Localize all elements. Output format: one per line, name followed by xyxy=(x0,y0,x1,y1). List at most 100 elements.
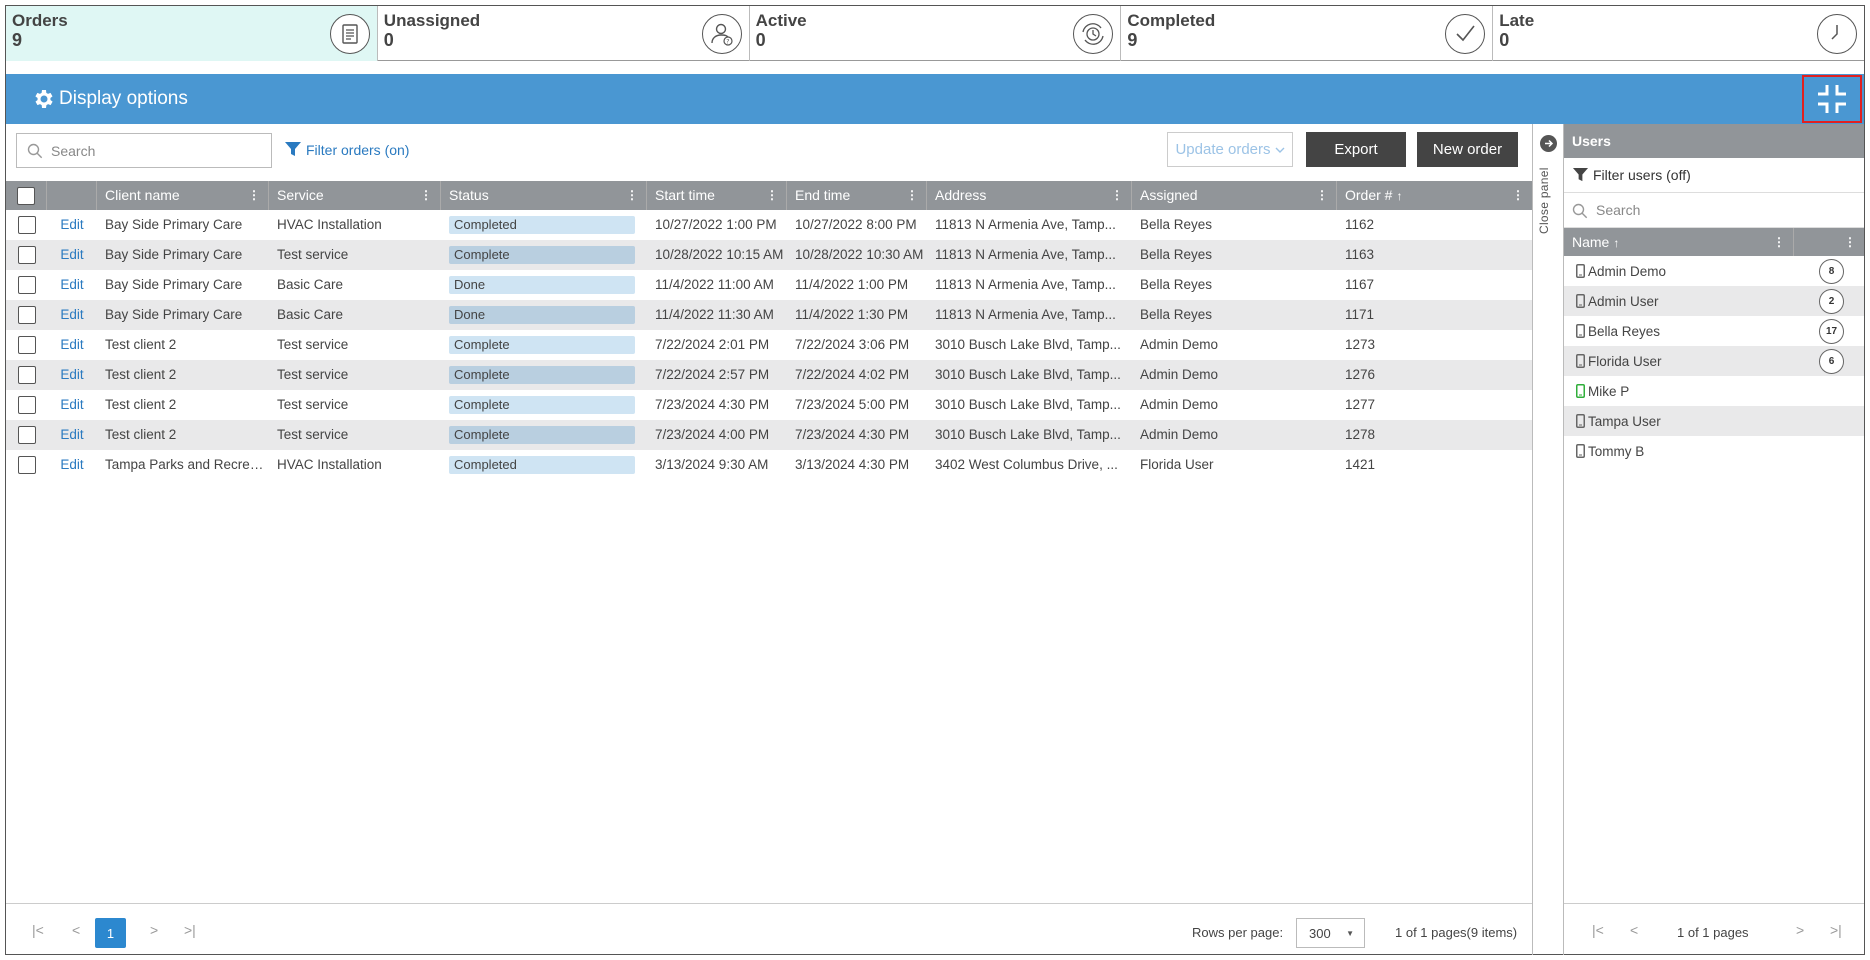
header-label: Client name xyxy=(105,187,180,203)
row-checkbox[interactable] xyxy=(17,216,36,235)
users-pages-info: 1 of 1 pages xyxy=(1677,925,1749,940)
table-row[interactable]: Edit Bay Side Primary Care Test service Com… xyxy=(6,240,1532,270)
row-checkbox[interactable] xyxy=(17,246,36,265)
stat-unassigned[interactable]: Unassigned 0 ? xyxy=(378,6,750,61)
stat-completed[interactable]: Completed 9 xyxy=(1121,6,1494,61)
row-checkbox[interactable] xyxy=(17,396,36,415)
table-row[interactable]: Edit Bay Side Primary Care Basic Care Done 1… xyxy=(6,300,1532,330)
display-options-bar[interactable]: Display options xyxy=(6,74,1864,124)
header-address[interactable]: Address ⋮ xyxy=(927,181,1132,210)
next-page-icon[interactable]: > xyxy=(150,922,158,938)
column-menu-icon[interactable]: ⋮ xyxy=(420,181,432,210)
select-all-checkbox[interactable] xyxy=(17,187,35,206)
user-list-item[interactable]: Bella Reyes 17 xyxy=(1564,316,1864,346)
header-end-time[interactable]: End time ⋮ xyxy=(787,181,927,210)
collapse-button[interactable] xyxy=(1802,75,1862,123)
users-panel: Users Filter users (off) Name↑ ⋮ ⋮ Admin … xyxy=(1564,124,1864,955)
user-list-item[interactable]: Admin Demo 8 xyxy=(1564,256,1864,286)
header-count[interactable]: ⋮ xyxy=(1794,228,1864,256)
prev-page-icon[interactable]: < xyxy=(72,922,80,938)
order-search-box[interactable] xyxy=(16,133,272,168)
last-page-icon[interactable]: >| xyxy=(184,922,196,938)
column-menu-icon[interactable]: ⋮ xyxy=(906,181,918,210)
table-row[interactable]: Edit Test client 2 Test service Complete 7/2… xyxy=(6,390,1532,420)
users-search-box[interactable] xyxy=(1564,193,1864,228)
prev-page-icon[interactable]: < xyxy=(1630,922,1638,938)
cell-service: Test service xyxy=(277,337,349,352)
column-menu-icon[interactable]: ⋮ xyxy=(1773,228,1785,256)
new-order-button[interactable]: New order xyxy=(1417,132,1518,167)
next-page-icon[interactable]: > xyxy=(1796,922,1804,938)
row-checkbox[interactable] xyxy=(17,366,36,385)
user-list-item[interactable]: Tampa User xyxy=(1564,406,1864,436)
column-menu-icon[interactable]: ⋮ xyxy=(1316,181,1328,210)
user-list-item[interactable]: Tommy B xyxy=(1564,436,1864,466)
table-row[interactable]: Edit Test client 2 Test service Complete 7/2… xyxy=(6,360,1532,390)
cell-service: HVAC Installation xyxy=(277,457,382,472)
first-page-icon[interactable]: |< xyxy=(32,922,44,938)
column-menu-icon[interactable]: ⋮ xyxy=(1844,228,1856,256)
header-name[interactable]: Name ↑ ⋮ xyxy=(1564,228,1794,256)
header-start-time[interactable]: Start time ⋮ xyxy=(647,181,787,210)
cell-start-time: 7/22/2024 2:57 PM xyxy=(655,367,770,382)
stat-value: 9 xyxy=(12,30,23,50)
edit-link[interactable]: Edit xyxy=(47,420,97,450)
user-list-item[interactable]: Admin User 2 xyxy=(1564,286,1864,316)
row-checkbox[interactable] xyxy=(17,306,36,325)
column-menu-icon[interactable]: ⋮ xyxy=(766,181,778,210)
user-list-item[interactable]: Mike P xyxy=(1564,376,1864,406)
header-order-number[interactable]: Order # ↑ ⋮ xyxy=(1337,181,1532,210)
user-list-item[interactable]: Florida User 6 xyxy=(1564,346,1864,376)
update-orders-dropdown[interactable]: Update orders xyxy=(1167,132,1293,167)
page-button-current[interactable]: 1 xyxy=(95,918,126,948)
pages-info: 1 of 1 pages(9 items) xyxy=(1395,925,1518,940)
column-menu-icon[interactable]: ⋮ xyxy=(1512,181,1524,210)
mobile-phone-icon xyxy=(1576,354,1585,368)
export-button[interactable]: Export xyxy=(1306,132,1406,167)
header-service[interactable]: Service ⋮ xyxy=(269,181,441,210)
close-panel-strip[interactable]: Close panel xyxy=(1532,124,1564,955)
header-client-name[interactable]: Client name ⋮ xyxy=(97,181,269,210)
stat-late[interactable]: Late 0 xyxy=(1493,6,1864,61)
filter-orders-link[interactable]: Filter orders (on) xyxy=(284,141,409,158)
table-row[interactable]: Edit Bay Side Primary Care HVAC Installati… xyxy=(6,210,1532,240)
stat-orders[interactable]: Orders 9 xyxy=(6,6,378,61)
table-row[interactable]: Edit Bay Side Primary Care Basic Care Done 1… xyxy=(6,270,1532,300)
edit-link[interactable]: Edit xyxy=(47,300,97,330)
edit-link[interactable]: Edit xyxy=(47,240,97,270)
edit-link[interactable]: Edit xyxy=(47,330,97,360)
row-checkbox[interactable] xyxy=(17,456,36,475)
row-select-cell xyxy=(6,330,47,360)
table-row[interactable]: Edit Test client 2 Test service Complete 7/2… xyxy=(6,420,1532,450)
header-label: Assigned xyxy=(1140,187,1198,203)
mobile-phone-icon xyxy=(1576,444,1585,458)
rows-per-page-value: 300 xyxy=(1309,925,1331,941)
close-panel-label[interactable]: Close panel xyxy=(1537,164,1551,234)
row-checkbox[interactable] xyxy=(17,336,36,355)
header-assigned[interactable]: Assigned ⋮ xyxy=(1132,181,1337,210)
rows-per-page-select[interactable]: 300 ▼ xyxy=(1296,918,1365,948)
mobile-phone-icon xyxy=(1576,324,1585,338)
cell-service: Test service xyxy=(277,247,349,262)
users-search-input[interactable] xyxy=(1596,193,1856,227)
edit-link[interactable]: Edit xyxy=(47,390,97,420)
first-page-icon[interactable]: |< xyxy=(1592,922,1604,938)
edit-link[interactable]: Edit xyxy=(47,450,97,480)
table-row[interactable]: Edit Test client 2 Test service Complete 7/2… xyxy=(6,330,1532,360)
last-page-icon[interactable]: >| xyxy=(1830,922,1842,938)
row-checkbox[interactable] xyxy=(17,426,36,445)
column-menu-icon[interactable]: ⋮ xyxy=(248,181,260,210)
order-search-input[interactable] xyxy=(51,134,266,167)
cell-address: 11813 N Armenia Ave, Tamp... xyxy=(935,217,1116,232)
row-checkbox[interactable] xyxy=(17,276,36,295)
stat-active[interactable]: Active 0 xyxy=(750,6,1122,61)
column-menu-icon[interactable]: ⋮ xyxy=(626,181,638,210)
table-row[interactable]: Edit Tampa Parks and Recreation HVAC Insta… xyxy=(6,450,1532,480)
edit-link[interactable]: Edit xyxy=(47,270,97,300)
filter-users-link[interactable]: Filter users (off) xyxy=(1564,158,1864,193)
edit-link[interactable]: Edit xyxy=(47,360,97,390)
arrow-right-icon[interactable] xyxy=(1540,135,1557,152)
edit-link[interactable]: Edit xyxy=(47,210,97,240)
header-status[interactable]: Status ⋮ xyxy=(441,181,647,210)
column-menu-icon[interactable]: ⋮ xyxy=(1111,181,1123,210)
